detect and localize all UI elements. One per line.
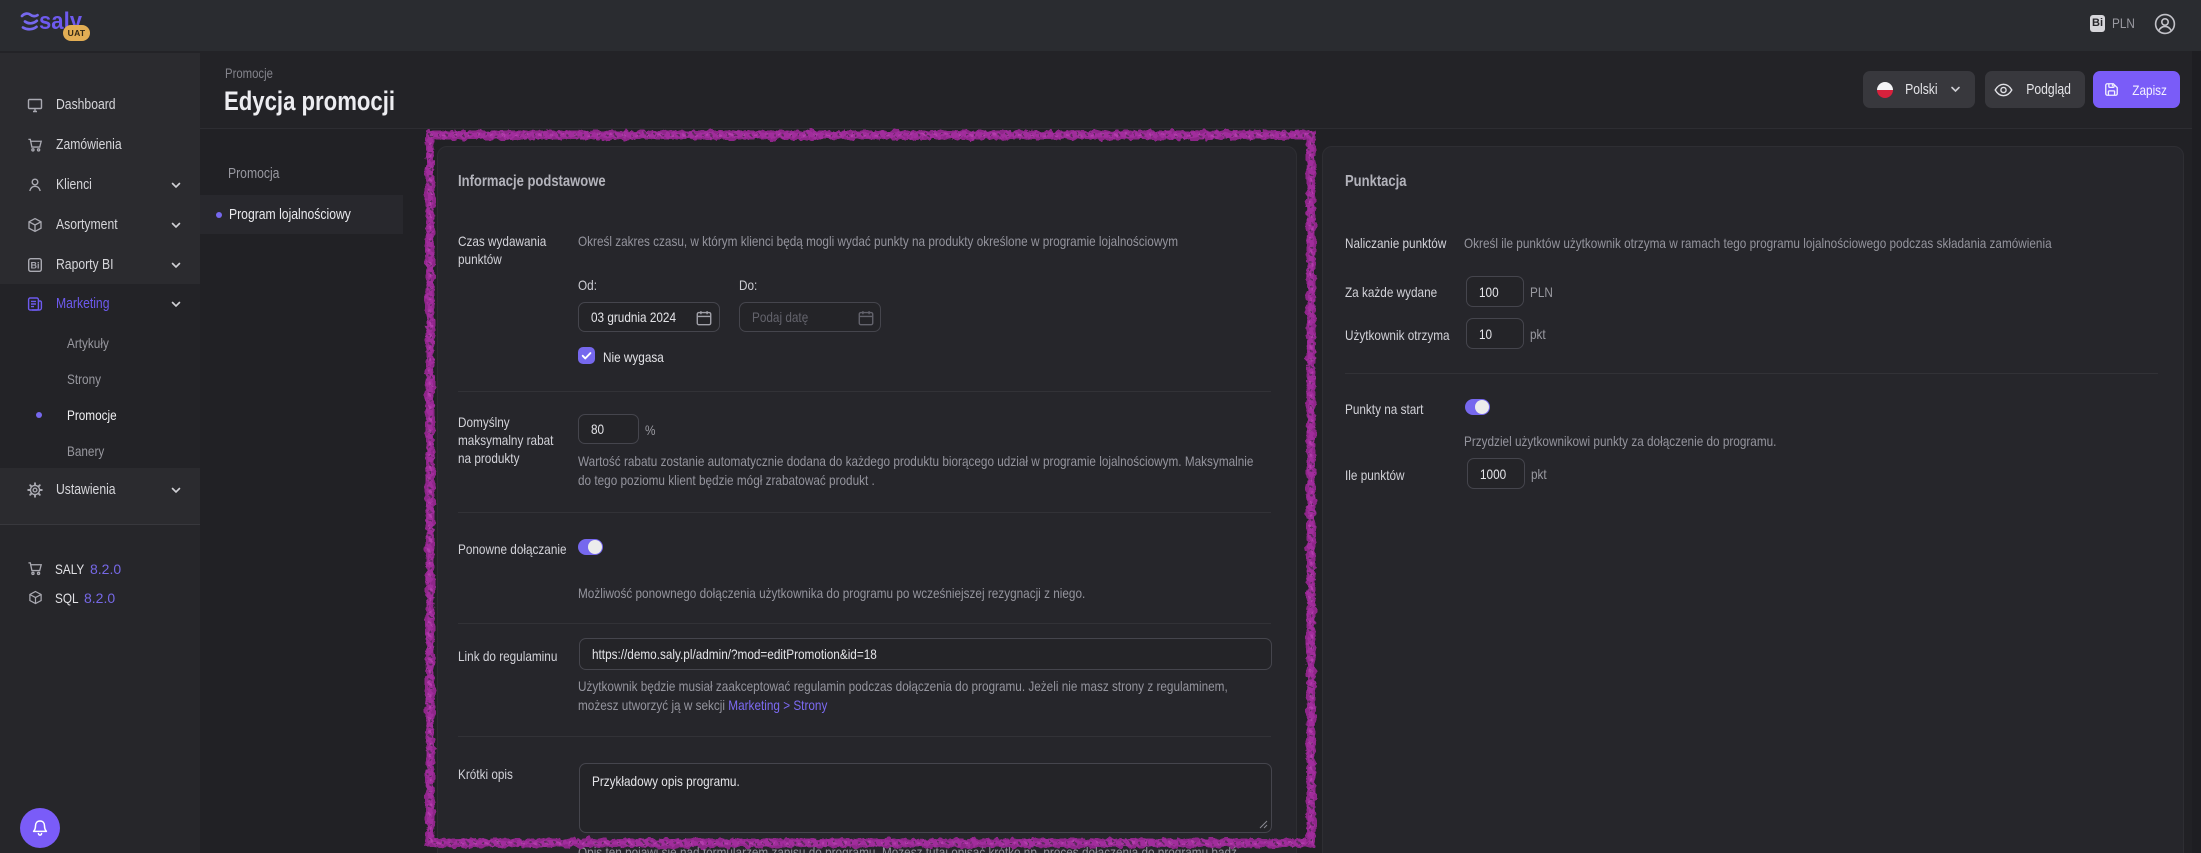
svg-text:Bi: Bi xyxy=(31,260,40,270)
